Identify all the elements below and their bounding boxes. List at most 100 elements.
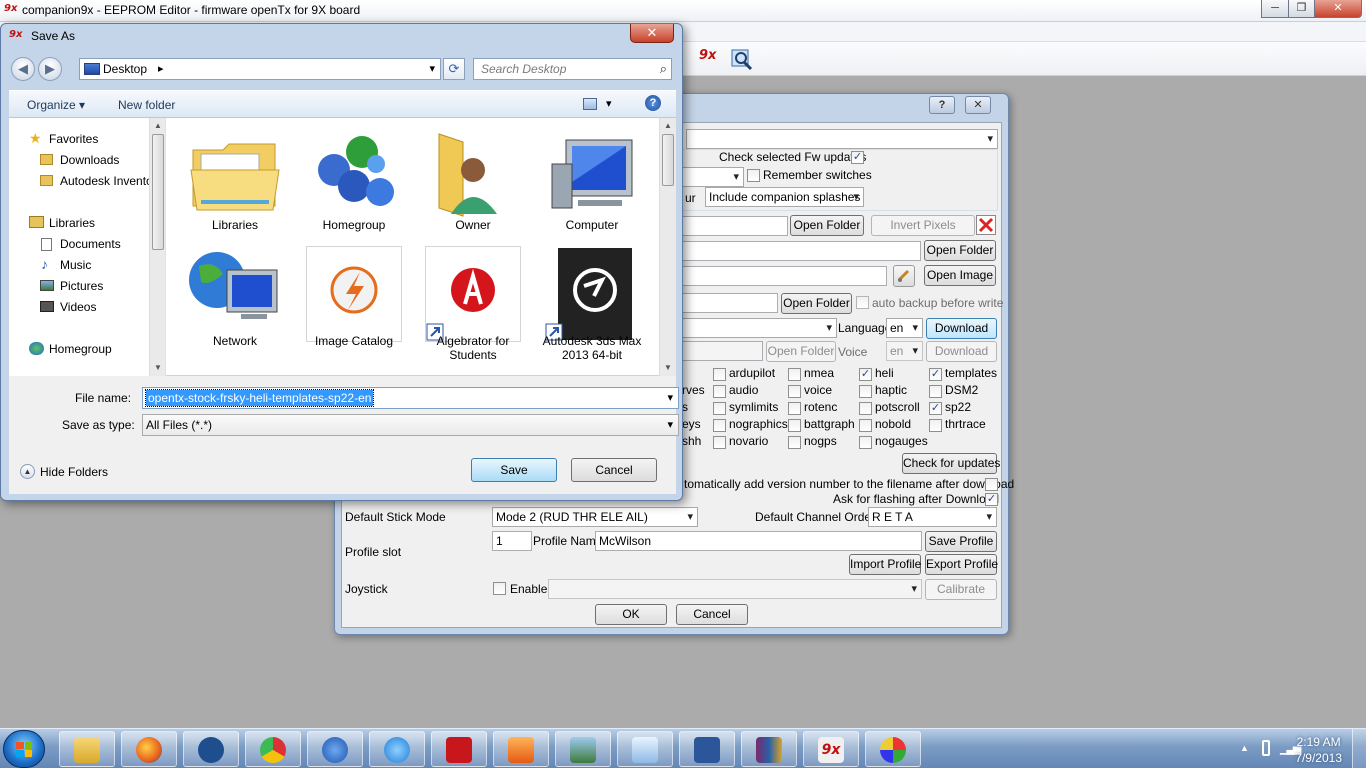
- organize-button[interactable]: Organize ▾: [27, 98, 85, 112]
- import-profile-button[interactable]: Import Profile: [849, 554, 921, 575]
- chevron-up-icon[interactable]: ▲: [20, 464, 35, 479]
- taskbar-winrar[interactable]: [741, 731, 797, 767]
- taskbar-media[interactable]: [493, 731, 549, 767]
- download-button[interactable]: Download: [926, 318, 997, 339]
- scroll-up-icon[interactable]: ▲: [150, 118, 165, 134]
- list-item[interactable]: Algebrator for Students: [425, 246, 521, 362]
- scroll-down-icon[interactable]: ▼: [660, 360, 676, 376]
- eeprom-backup-field[interactable]: [682, 293, 778, 313]
- save-type-select[interactable]: All Files (*.*) ▾: [142, 414, 679, 436]
- channel-order-select[interactable]: R E T A: [868, 507, 997, 527]
- profile-slot-spinbox[interactable]: 1: [492, 531, 532, 551]
- list-item[interactable]: Network: [187, 246, 283, 356]
- open-folder-button-3[interactable]: Open Folder: [781, 293, 852, 314]
- image-file-field[interactable]: [682, 266, 887, 286]
- option-nogauges-checkbox[interactable]: [859, 436, 872, 449]
- option-rotenc-checkbox[interactable]: [788, 402, 801, 415]
- option-sp22-checkbox[interactable]: ✓: [929, 402, 942, 415]
- option-nmea-checkbox[interactable]: [788, 368, 801, 381]
- option-templates-checkbox[interactable]: ✓: [929, 368, 942, 381]
- option-dsm2-checkbox[interactable]: [929, 385, 942, 398]
- breadcrumb-arrow-icon[interactable]: ▸: [158, 62, 164, 75]
- taskbar-paint[interactable]: [865, 731, 921, 767]
- export-profile-button[interactable]: Export Profile: [925, 554, 998, 575]
- option-audio-checkbox[interactable]: [713, 385, 726, 398]
- open-folder-button-4[interactable]: Open Folder: [766, 341, 836, 362]
- taskbar-firefox[interactable]: [121, 731, 177, 767]
- image-picker-icon[interactable]: [893, 265, 915, 287]
- option-nobold-checkbox[interactable]: [859, 419, 872, 432]
- option-nographics-checkbox[interactable]: [713, 419, 726, 432]
- taskbar-help[interactable]: [307, 731, 363, 767]
- nav-favorites[interactable]: Favorites: [49, 132, 98, 146]
- scrollbar-thumb[interactable]: [662, 134, 674, 186]
- check-fw-updates-checkbox[interactable]: ✓: [851, 151, 864, 164]
- companion9x-toolbar-icon[interactable]: 9x: [699, 48, 723, 72]
- taskbar-window[interactable]: [617, 731, 673, 767]
- save-profile-button[interactable]: Save Profile: [925, 531, 997, 552]
- taskbar-explorer[interactable]: [59, 731, 115, 767]
- splash-option-select[interactable]: Include companion splashes: [705, 187, 864, 207]
- file-name-field[interactable]: opentx-stock-frsky-heli-templates-sp22-e…: [142, 387, 679, 409]
- taskbar-hp[interactable]: [183, 731, 239, 767]
- scroll-down-icon[interactable]: ▼: [150, 360, 165, 376]
- save-button[interactable]: Save: [471, 458, 557, 482]
- start-button[interactable]: [3, 730, 45, 768]
- nav-homegroup[interactable]: Homegroup: [49, 342, 112, 356]
- list-item[interactable]: Autodesk 3ds Max 2013 64-bit: [543, 246, 641, 362]
- app-close-button[interactable]: ✕: [1314, 0, 1362, 18]
- help-icon[interactable]: ?: [645, 95, 661, 111]
- list-item[interactable]: Homegroup: [306, 130, 402, 240]
- nav-videos[interactable]: Videos: [60, 300, 96, 314]
- option-novario-checkbox[interactable]: [713, 436, 726, 449]
- taskbar-acrobat[interactable]: [431, 731, 487, 767]
- joystick-enable-checkbox[interactable]: [493, 582, 506, 595]
- help-button[interactable]: ?: [929, 96, 955, 114]
- nav-pictures[interactable]: Pictures: [60, 279, 103, 293]
- search-box[interactable]: Search Desktop ⌕: [473, 58, 672, 80]
- auto-version-checkbox[interactable]: [985, 478, 998, 491]
- backup-folder-field[interactable]: [682, 241, 921, 261]
- hide-folders-button[interactable]: Hide Folders: [40, 465, 108, 479]
- option-potscroll-checkbox[interactable]: [859, 402, 872, 415]
- minimize-button[interactable]: ─: [1261, 0, 1289, 18]
- ok-button[interactable]: OK: [595, 604, 667, 625]
- voice-folder-field[interactable]: [682, 341, 763, 361]
- stick-mode-select[interactable]: Mode 2 (RUD THR ELE AIL): [492, 507, 698, 527]
- navigation-scrollbar[interactable]: ▲ ▼: [149, 118, 165, 376]
- language-select[interactable]: en: [886, 318, 923, 338]
- option-battgraph-checkbox[interactable]: [788, 419, 801, 432]
- tray-expand-icon[interactable]: ▲: [1240, 743, 1249, 753]
- voice-download-button[interactable]: Download: [926, 341, 997, 362]
- search-input[interactable]: Search Desktop: [481, 62, 566, 76]
- nav-libraries[interactable]: Libraries: [49, 216, 95, 230]
- taskbar-word[interactable]: [679, 731, 735, 767]
- open-image-button[interactable]: Open Image: [924, 265, 996, 286]
- option-symlimits-checkbox[interactable]: [713, 402, 726, 415]
- clock[interactable]: 2:19 AM 7/9/2013: [1295, 734, 1342, 766]
- save-dialog-close-button[interactable]: ✕: [630, 24, 674, 43]
- check-for-updates-button[interactable]: Check for updates: [902, 453, 1000, 474]
- back-arrow-icon[interactable]: ◀: [11, 57, 35, 81]
- cancel-button[interactable]: Cancel: [571, 458, 657, 482]
- chevron-down-icon[interactable]: ▾: [667, 391, 673, 404]
- firmware-select[interactable]: [686, 129, 998, 149]
- maximize-button[interactable]: ❐: [1288, 0, 1315, 18]
- scroll-up-icon[interactable]: ▲: [660, 118, 676, 134]
- new-folder-button[interactable]: New folder: [118, 98, 175, 112]
- preferences-close-button[interactable]: ✕: [965, 96, 991, 114]
- splash-source-select[interactable]: [682, 167, 744, 187]
- splash-folder-field[interactable]: [682, 216, 788, 236]
- option-nogps-checkbox[interactable]: [788, 436, 801, 449]
- auto-backup-checkbox[interactable]: [856, 296, 869, 309]
- files-scrollbar[interactable]: ▲ ▼: [659, 118, 676, 376]
- taskbar-ie[interactable]: [369, 731, 425, 767]
- clear-image-icon[interactable]: [976, 215, 996, 235]
- download-firmware-select[interactable]: [682, 318, 837, 338]
- ask-flashing-checkbox[interactable]: ✓: [985, 493, 998, 506]
- taskbar-photos[interactable]: [555, 731, 611, 767]
- open-folder-button-2[interactable]: Open Folder: [924, 240, 996, 261]
- option-heli-checkbox[interactable]: ✓: [859, 368, 872, 381]
- taskbar-companion9x[interactable]: 9x: [803, 731, 859, 767]
- option-ardupilot-checkbox[interactable]: [713, 368, 726, 381]
